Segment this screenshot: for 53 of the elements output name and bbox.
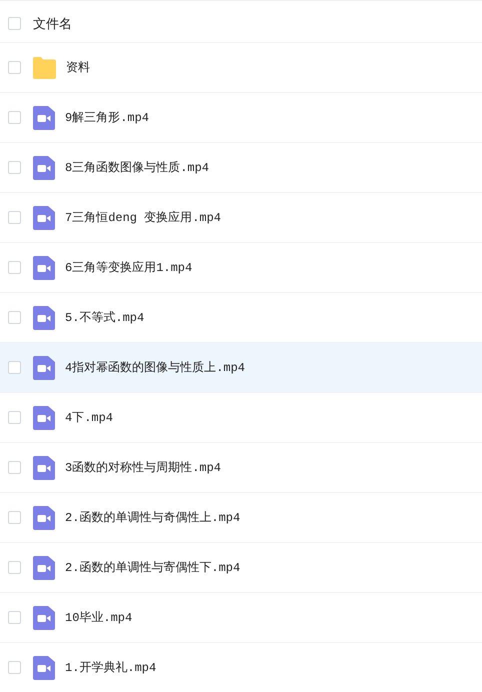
checkbox[interactable] [8, 661, 21, 674]
checkbox[interactable] [8, 511, 21, 524]
checkbox[interactable] [8, 461, 21, 474]
video-file-icon [33, 356, 55, 380]
checkbox[interactable] [8, 111, 21, 124]
file-row[interactable]: 4下.mp4 [0, 393, 482, 443]
file-row[interactable]: 资料 [0, 43, 482, 93]
video-file-icon [33, 106, 55, 130]
file-name[interactable]: 10毕业.mp4 [65, 609, 132, 626]
video-file-icon [33, 656, 55, 680]
checkbox[interactable] [8, 261, 21, 274]
file-name[interactable]: 2.函数的单调性与寄偶性下.mp4 [65, 559, 240, 576]
video-file-icon [33, 156, 55, 180]
video-file-icon [33, 456, 55, 480]
file-name[interactable]: 4下.mp4 [65, 409, 114, 426]
file-name[interactable]: 9解三角形.mp4 [65, 109, 150, 126]
folder-icon [33, 56, 56, 78]
checkbox[interactable] [8, 161, 21, 174]
video-file-icon [33, 556, 55, 580]
video-file-icon [33, 256, 55, 280]
checkbox[interactable] [8, 561, 21, 574]
file-name[interactable]: 5.不等式.mp4 [65, 309, 144, 326]
file-row[interactable]: 1.开学典礼.mp4 [0, 643, 482, 692]
file-row[interactable]: 8三角函数图像与性质.mp4 [0, 143, 482, 193]
file-name[interactable]: 资料 [66, 59, 90, 76]
video-file-icon [33, 306, 55, 330]
file-name[interactable]: 2.函数的单调性与奇偶性上.mp4 [65, 509, 240, 526]
file-row[interactable]: 2.函数的单调性与奇偶性上.mp4 [0, 493, 482, 543]
file-row[interactable]: 2.函数的单调性与寄偶性下.mp4 [0, 543, 482, 593]
checkbox[interactable] [8, 411, 21, 424]
file-name[interactable]: 1.开学典礼.mp4 [65, 659, 156, 676]
checkbox[interactable] [8, 211, 21, 224]
video-file-icon [33, 206, 55, 230]
checkbox[interactable] [8, 61, 21, 74]
file-row[interactable]: 10毕业.mp4 [0, 593, 482, 643]
video-file-icon [33, 506, 55, 530]
file-name[interactable]: 3函数的对称性与周期性.mp4 [65, 459, 222, 476]
file-row[interactable]: 9解三角形.mp4 [0, 93, 482, 143]
file-name[interactable]: 4指对幂函数的图像与性质上.mp4 [65, 359, 246, 376]
file-row[interactable]: 3函数的对称性与周期性.mp4 [0, 443, 482, 493]
file-row[interactable]: 7三角恒deng 变换应用.mp4 [0, 193, 482, 243]
file-row[interactable]: 4指对幂函数的图像与性质上.mp4 [0, 343, 482, 393]
file-name[interactable]: 8三角函数图像与性质.mp4 [65, 159, 210, 176]
column-header: 文件名 [33, 16, 72, 32]
video-file-icon [33, 406, 55, 430]
checkbox[interactable] [8, 17, 21, 30]
checkbox[interactable] [8, 361, 21, 374]
file-name[interactable]: 6三角等变换应用1.mp4 [65, 259, 192, 276]
file-name[interactable]: 7三角恒deng 变换应用.mp4 [65, 209, 222, 226]
video-file-icon [33, 606, 55, 630]
checkbox[interactable] [8, 611, 21, 624]
file-row[interactable]: 6三角等变换应用1.mp4 [0, 243, 482, 293]
checkbox[interactable] [8, 311, 21, 324]
